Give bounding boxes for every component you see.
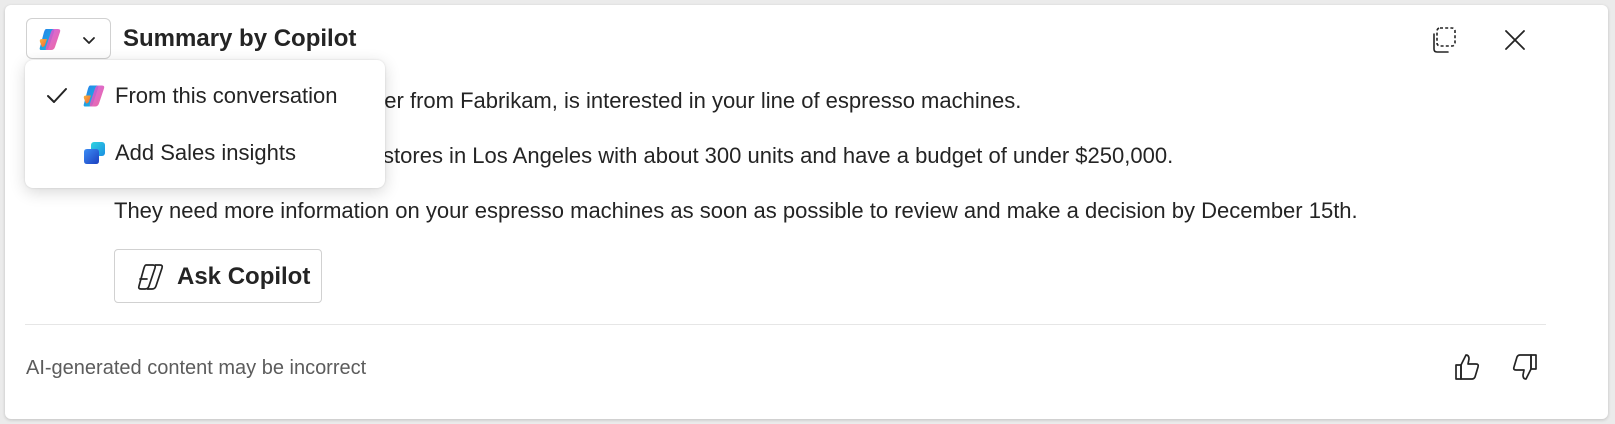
menu-item-label: Add Sales insights [115,140,296,165]
divider [25,324,1546,325]
copilot-logo-icon [83,85,105,107]
checkmark-icon [47,88,67,103]
chevron-down-icon [83,37,95,44]
menu-item-label: From this conversation [115,83,338,108]
thumbs-down-icon [1512,354,1537,380]
dislike-button[interactable] [1505,347,1545,387]
close-icon [1505,30,1525,50]
ai-disclaimer: AI-generated content may be incorrect [26,357,367,379]
copilot-summary-card: Summary by Copilot Sarah, a purchasing m… [5,5,1608,419]
source-picker-button[interactable] [26,18,111,59]
ask-copilot-button[interactable]: Ask Copilot [114,249,322,303]
source-dropdown-menu: From this conversation Add Sales insight… [25,60,385,188]
copilot-outline-icon [137,264,164,290]
menu-item-add-sales-insights[interactable]: Add Sales insights [25,127,385,179]
menu-item-from-conversation[interactable]: From this conversation [25,70,385,122]
thumbs-up-icon [1455,354,1480,380]
close-button[interactable] [1495,20,1535,60]
ask-copilot-label: Ask Copilot [177,263,311,290]
copy-button[interactable] [1423,20,1463,60]
sales-insights-icon [84,142,105,164]
summary-title: Summary by Copilot [123,25,357,52]
summary-line: They need more information on your espre… [114,198,1358,223]
copilot-logo-icon [39,29,61,50]
like-button[interactable] [1447,347,1487,387]
copy-to-clipboard-icon [1433,27,1456,53]
